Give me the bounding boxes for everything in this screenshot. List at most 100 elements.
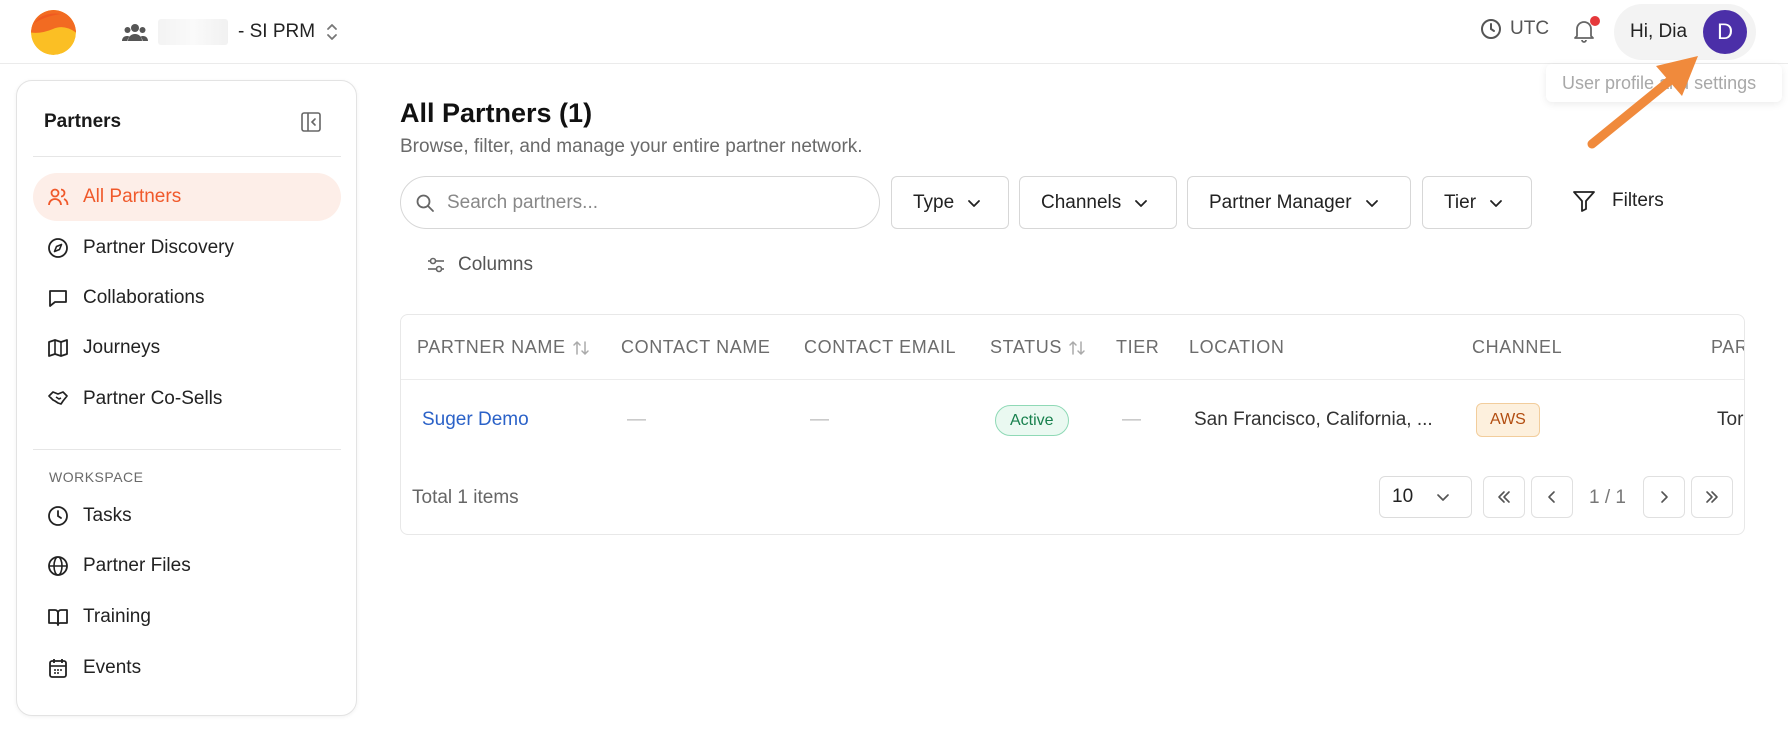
- message-square-icon: [47, 287, 69, 309]
- chevron-up-down-icon: [325, 22, 339, 42]
- sidebar-item-training[interactable]: Training: [33, 593, 341, 641]
- last-page-button[interactable]: [1691, 476, 1733, 518]
- column-header-location: LOCATION: [1189, 337, 1284, 358]
- columns-label: Columns: [458, 254, 533, 275]
- header-label: PAR: [1711, 337, 1745, 357]
- sidebar-item-label: Collaborations: [83, 287, 205, 308]
- type-filter-dropdown[interactable]: Type: [891, 176, 1009, 229]
- column-header-channel: CHANNEL: [1472, 337, 1562, 358]
- sidebar-item-partner-files[interactable]: Partner Files: [33, 542, 341, 590]
- prev-page-button[interactable]: [1531, 476, 1573, 518]
- sidebar-title: Partners: [44, 111, 122, 132]
- tier-filter-label: Tier: [1444, 191, 1477, 213]
- sidebar-item-events[interactable]: Events: [33, 644, 341, 692]
- channels-filter-label: Channels: [1041, 191, 1122, 213]
- compass-icon: [47, 237, 69, 259]
- header-label: TIER: [1116, 337, 1160, 357]
- sidebar-item-label: Partner Co-Sells: [83, 388, 223, 409]
- calendar-icon: [47, 657, 69, 679]
- clock-icon: [1480, 18, 1502, 40]
- handshake-icon: [47, 388, 69, 410]
- next-page-button[interactable]: [1643, 476, 1685, 518]
- status-badge: Active: [995, 405, 1069, 436]
- sidebar-item-label: All Partners: [83, 186, 182, 207]
- columns-button[interactable]: Columns: [426, 254, 533, 276]
- sidebar-item-journeys[interactable]: Journeys: [33, 324, 341, 372]
- annotation-arrow-icon: [1587, 56, 1698, 149]
- top-bar: - SI PRM UTC Hi, Dia D: [0, 0, 1788, 64]
- column-header-contact-email: CONTACT EMAIL: [804, 337, 956, 358]
- type-filter-label: Type: [913, 191, 955, 213]
- org-name-redacted: [158, 19, 228, 45]
- chevron-down-icon: [1488, 195, 1504, 211]
- contact-email-cell: —: [810, 409, 829, 430]
- column-header-partner-name[interactable]: PARTNER NAME: [417, 337, 590, 358]
- column-header-tier: TIER: [1116, 337, 1159, 358]
- channels-filter-dropdown[interactable]: Channels: [1019, 176, 1177, 229]
- timezone-label: UTC: [1510, 18, 1550, 39]
- header-label: CONTACT NAME: [621, 337, 771, 357]
- sidebar-item-partner-co-sells[interactable]: Partner Co-Sells: [33, 375, 341, 423]
- users-icon: [47, 186, 69, 208]
- page-title: All Partners (1): [400, 98, 593, 128]
- partial-cell: Tor: [1717, 409, 1744, 430]
- chevrons-right-icon: [1704, 489, 1720, 505]
- contact-name-cell: —: [627, 409, 646, 430]
- sidebar-item-all-partners[interactable]: All Partners: [33, 173, 341, 221]
- search-icon: [415, 193, 435, 213]
- sidebar-item-label: Partner Discovery: [83, 237, 234, 258]
- chevron-right-icon: [1656, 489, 1672, 505]
- sidebar-item-collaborations[interactable]: Collaborations: [33, 274, 341, 322]
- partner-name-link[interactable]: Suger Demo: [422, 409, 529, 431]
- map-icon: [47, 337, 69, 359]
- header-label: PARTNER NAME: [417, 337, 566, 357]
- header-label: CONTACT EMAIL: [804, 337, 957, 357]
- page-subtitle: Browse, filter, and manage your entire p…: [400, 136, 863, 157]
- partners-table: PARTNER NAME CONTACT NAME CONTACT EMAIL …: [400, 314, 1745, 535]
- filters-label: Filters: [1612, 190, 1664, 211]
- collapse-sidebar-button[interactable]: [300, 111, 322, 133]
- filters-button[interactable]: Filters: [1572, 190, 1664, 212]
- funnel-icon: [1572, 190, 1596, 212]
- header-label: STATUS: [990, 337, 1062, 357]
- page-size-select[interactable]: 10: [1379, 476, 1472, 518]
- chevrons-left-icon: [1496, 489, 1512, 505]
- total-items: Total 1 items: [412, 487, 519, 508]
- workspace-switcher[interactable]: - SI PRM: [122, 14, 339, 50]
- location-cell: San Francisco, California, ...: [1194, 409, 1433, 430]
- partner-manager-filter-label: Partner Manager: [1209, 191, 1352, 213]
- channel-badge: AWS: [1476, 403, 1540, 437]
- sidebar-item-tasks[interactable]: Tasks: [33, 492, 341, 540]
- chevron-down-icon: [1364, 195, 1380, 211]
- clock-icon: [47, 505, 69, 527]
- app-logo[interactable]: [31, 10, 76, 55]
- sidebar-item-label: Journeys: [83, 337, 161, 358]
- team-icon: [122, 21, 148, 43]
- partner-manager-filter-dropdown[interactable]: Partner Manager: [1187, 176, 1411, 229]
- sidebar-item-partner-discovery[interactable]: Partner Discovery: [33, 224, 341, 272]
- notifications-button[interactable]: [1572, 16, 1600, 46]
- notification-dot: [1590, 16, 1600, 26]
- column-header-status[interactable]: STATUS: [990, 337, 1086, 358]
- chevron-left-icon: [1544, 489, 1560, 505]
- column-header-contact-name: CONTACT NAME: [621, 337, 771, 358]
- sidebar-item-label: Tasks: [83, 505, 132, 526]
- globe-icon: [47, 555, 69, 577]
- search-box: [400, 176, 880, 229]
- sidebar-divider: [33, 156, 341, 157]
- header-divider: [401, 379, 1744, 380]
- timezone-selector[interactable]: UTC: [1480, 18, 1549, 40]
- sidebar: Partners All Partners Partner Discovery …: [16, 80, 357, 716]
- chevron-down-icon: [966, 195, 982, 211]
- tier-filter-dropdown[interactable]: Tier: [1422, 176, 1532, 229]
- sidebar-item-label: Events: [83, 657, 142, 678]
- chevron-down-icon: [1133, 195, 1149, 211]
- first-page-button[interactable]: [1483, 476, 1525, 518]
- search-input[interactable]: [447, 191, 847, 214]
- sidebar-item-label: Training: [83, 606, 151, 627]
- header-label: CHANNEL: [1472, 337, 1563, 357]
- page-indicator: 1 / 1: [1589, 487, 1626, 508]
- sort-icon: [1068, 339, 1086, 357]
- column-header-partial: PAR: [1711, 337, 1745, 358]
- sidebar-divider: [33, 449, 341, 450]
